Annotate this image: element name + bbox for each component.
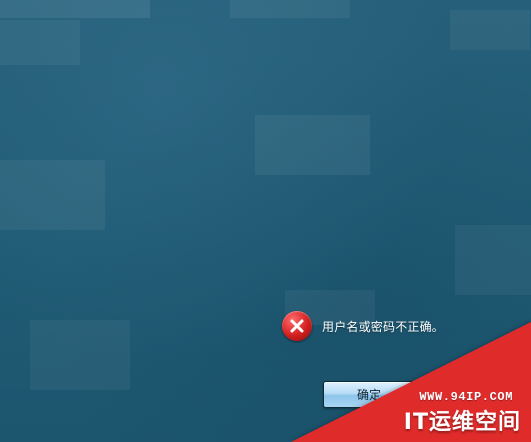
ok-button[interactable]: 确定 (323, 381, 415, 408)
pixelated-area (0, 20, 80, 65)
error-message-row: 用户名或密码不正确。 (282, 311, 444, 341)
watermark-brand: IT运维空间 (403, 410, 521, 435)
pixelated-area (450, 10, 530, 50)
pixelated-area (0, 160, 105, 230)
pixelated-area (0, 0, 150, 18)
pixelated-area (255, 115, 370, 175)
pixelated-area (30, 320, 130, 390)
login-screen-background: 用户名或密码不正确。 确定 WWW.94IP.COM IT运维空间 (0, 0, 531, 442)
pixelated-area (455, 225, 531, 295)
error-message-text: 用户名或密码不正确。 (322, 319, 445, 334)
watermark-url: WWW.94IP.COM (419, 390, 513, 404)
error-icon (282, 311, 312, 341)
pixelated-area (230, 0, 350, 18)
